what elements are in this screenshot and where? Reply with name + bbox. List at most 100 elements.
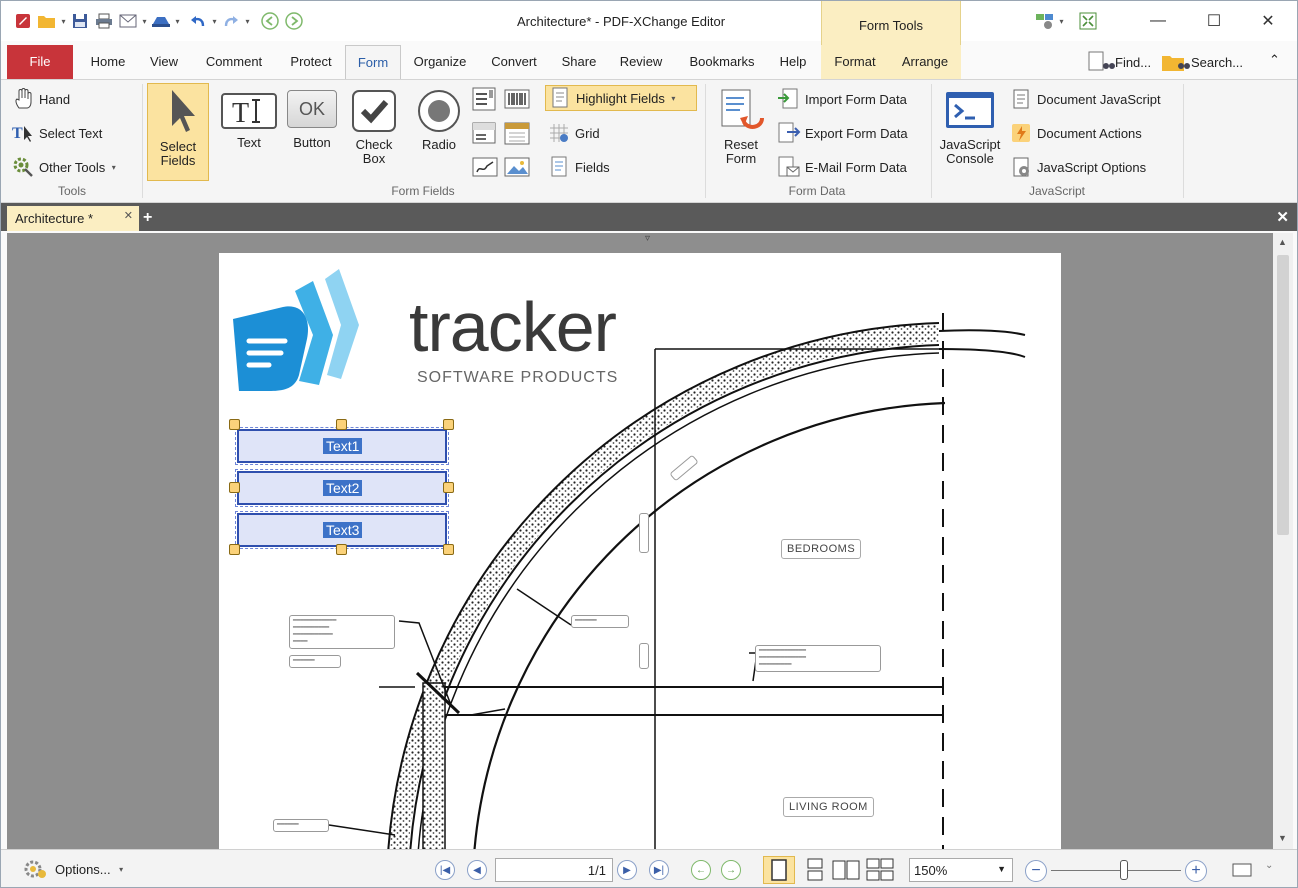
scrollbar-thumb[interactable] bbox=[1277, 255, 1289, 535]
redo-icon[interactable] bbox=[219, 10, 243, 32]
new-tab-icon[interactable]: + bbox=[143, 209, 152, 227]
javascript-options-button[interactable]: JavaScript Options bbox=[1009, 154, 1146, 180]
tab-review[interactable]: Review bbox=[613, 45, 669, 79]
document-javascript-button[interactable]: Document JavaScript bbox=[1009, 86, 1161, 112]
resize-handle[interactable] bbox=[229, 544, 240, 555]
next-view-button[interactable]: → bbox=[721, 860, 741, 880]
pdf-page[interactable]: tracker SOFTWARE PRODUCTS ━━━━━━━━━━━━ ━… bbox=[219, 253, 1061, 849]
save-icon[interactable] bbox=[68, 10, 92, 32]
fullscreen-icon[interactable] bbox=[1076, 10, 1100, 32]
zoom-in-button[interactable]: + bbox=[1185, 860, 1207, 882]
minimize-button[interactable]: — bbox=[1143, 9, 1173, 33]
email-icon[interactable] bbox=[116, 10, 140, 32]
select-text-button[interactable]: T Select Text bbox=[11, 120, 102, 146]
fields-button[interactable]: Fields bbox=[547, 154, 610, 180]
resize-handle[interactable] bbox=[443, 544, 454, 555]
form-field-text1[interactable]: Text1 bbox=[235, 427, 449, 465]
back-nav-icon[interactable] bbox=[258, 10, 282, 32]
forward-nav-icon[interactable] bbox=[282, 10, 306, 32]
select-fields-button[interactable]: Select Fields bbox=[147, 83, 209, 181]
continuous-facing-icon[interactable] bbox=[865, 858, 895, 882]
tab-protect[interactable]: Protect bbox=[285, 45, 337, 79]
signature-field-icon[interactable] bbox=[471, 154, 499, 180]
redo-dropdown-icon[interactable]: ▾ bbox=[243, 17, 252, 26]
close-tab-icon[interactable]: ✕ bbox=[124, 209, 133, 222]
tab-convert[interactable]: Convert bbox=[485, 45, 543, 79]
close-document-icon[interactable]: ✕ bbox=[1276, 208, 1289, 226]
tab-format[interactable]: Format bbox=[827, 45, 883, 79]
tab-home[interactable]: Home bbox=[85, 45, 131, 79]
list-box-icon[interactable] bbox=[471, 86, 499, 112]
import-form-data-button[interactable]: Import Form Data bbox=[777, 86, 907, 112]
resize-handle[interactable] bbox=[443, 482, 454, 493]
scan-dropdown-icon[interactable]: ▾ bbox=[173, 17, 182, 26]
undo-icon[interactable] bbox=[186, 10, 210, 32]
search-button[interactable]: Search... bbox=[1161, 50, 1243, 74]
email-dropdown-icon[interactable]: ▾ bbox=[140, 17, 149, 26]
resize-handle[interactable] bbox=[336, 544, 347, 555]
resize-handle[interactable] bbox=[229, 482, 240, 493]
check-box-button[interactable]: Check Box bbox=[345, 88, 403, 166]
highlight-fields-button[interactable]: Highlight Fields ▾ bbox=[545, 85, 697, 111]
document-actions-button[interactable]: Document Actions bbox=[1009, 120, 1142, 146]
open-dropdown-icon[interactable]: ▾ bbox=[59, 17, 68, 26]
zoom-slider[interactable] bbox=[1051, 870, 1181, 871]
last-page-button[interactable]: ▶| bbox=[649, 860, 669, 880]
options-button[interactable]: Options... ▾ bbox=[21, 858, 126, 880]
ui-options-icon[interactable] bbox=[1033, 10, 1057, 32]
document-tab[interactable]: Architecture * ✕ bbox=[7, 206, 139, 231]
zoom-slider-thumb[interactable] bbox=[1120, 860, 1128, 880]
tab-view[interactable]: View bbox=[145, 45, 183, 79]
scroll-down-icon[interactable]: ▼ bbox=[1278, 833, 1287, 843]
app-logo-icon[interactable] bbox=[11, 10, 35, 32]
scan-icon[interactable] bbox=[149, 10, 173, 32]
previous-page-button[interactable]: ◀ bbox=[467, 860, 487, 880]
barcode-icon[interactable] bbox=[503, 86, 531, 112]
status-bar-overflow-icon[interactable]: ⌄ bbox=[1265, 860, 1273, 871]
undo-dropdown-icon[interactable]: ▾ bbox=[210, 17, 219, 26]
next-page-button[interactable]: ▶ bbox=[617, 860, 637, 880]
facing-view-icon[interactable] bbox=[831, 858, 861, 882]
grid-button[interactable]: Grid bbox=[547, 120, 600, 146]
tab-organize[interactable]: Organize bbox=[409, 45, 471, 79]
radio-button-button[interactable]: Radio bbox=[411, 88, 467, 152]
collapse-ribbon-icon[interactable]: ⌃ bbox=[1269, 52, 1280, 68]
reset-form-button[interactable]: Reset Form bbox=[711, 88, 771, 166]
javascript-console-button[interactable]: JavaScript Console bbox=[935, 88, 1005, 166]
tab-bookmarks[interactable]: Bookmarks bbox=[681, 45, 763, 79]
combo-box-icon[interactable] bbox=[471, 120, 499, 146]
continuous-view-icon[interactable] bbox=[803, 858, 827, 882]
tab-arrange[interactable]: Arrange bbox=[895, 45, 955, 79]
button-field-button[interactable]: OK Button bbox=[285, 90, 339, 150]
export-form-data-button[interactable]: Export Form Data bbox=[777, 120, 908, 146]
tab-form[interactable]: Form bbox=[345, 45, 401, 80]
previous-view-button[interactable]: ← bbox=[691, 860, 711, 880]
resize-handle[interactable] bbox=[336, 419, 347, 430]
resize-handle[interactable] bbox=[443, 419, 454, 430]
single-page-view-button[interactable] bbox=[763, 856, 795, 884]
zoom-out-button[interactable]: − bbox=[1025, 860, 1047, 882]
text-field-button[interactable]: T Text bbox=[219, 90, 279, 150]
form-field-text2[interactable]: Text2 bbox=[235, 469, 449, 507]
find-button[interactable]: Find... bbox=[1087, 50, 1151, 74]
form-field-text3[interactable]: Text3 bbox=[235, 511, 449, 549]
fit-width-icon[interactable] bbox=[1231, 862, 1255, 878]
close-button[interactable]: ✕ bbox=[1253, 9, 1283, 33]
maximize-button[interactable]: ☐ bbox=[1199, 9, 1229, 33]
image-field-icon[interactable] bbox=[503, 154, 531, 180]
tab-file[interactable]: File bbox=[7, 45, 73, 79]
date-field-icon[interactable] bbox=[503, 120, 531, 146]
scroll-up-icon[interactable]: ▲ bbox=[1278, 237, 1287, 247]
collapse-arrow-icon[interactable]: ▿ bbox=[645, 233, 650, 244]
ui-options-dropdown-icon[interactable]: ▾ bbox=[1057, 17, 1066, 26]
print-icon[interactable] bbox=[92, 10, 116, 32]
tab-share[interactable]: Share bbox=[557, 45, 601, 79]
resize-handle[interactable] bbox=[229, 419, 240, 430]
email-form-data-button[interactable]: E-Mail Form Data bbox=[777, 154, 907, 180]
document-viewport[interactable]: ▿ tracker SOFTWARE PRODUCTS ━━━━━━━━━━━━… bbox=[7, 233, 1273, 849]
first-page-button[interactable]: |◀ bbox=[435, 860, 455, 880]
hand-tool-button[interactable]: Hand bbox=[11, 86, 70, 112]
page-number-input[interactable]: 1/1 bbox=[495, 858, 613, 882]
vertical-scrollbar[interactable]: ▲ ▼ bbox=[1273, 233, 1293, 849]
other-tools-button[interactable]: Other Tools ▾ bbox=[11, 154, 118, 180]
